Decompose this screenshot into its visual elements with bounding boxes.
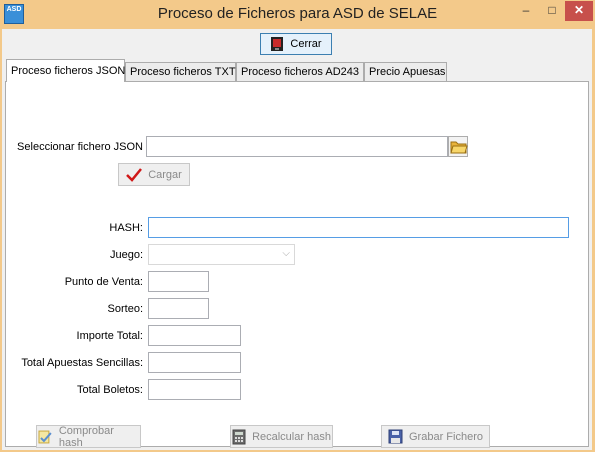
tab-ad243[interactable]: Proceso ficheros AD243 [236, 62, 364, 81]
chevron-down-icon: ⌵ [282, 248, 290, 259]
calculator-icon [232, 429, 246, 444]
recalculate-hash-button[interactable]: Recalcular hash [230, 425, 333, 448]
client-area: Cerrar Proceso ficheros JSON Proceso fic… [2, 29, 592, 450]
tab-txt[interactable]: Proceso ficheros TXT [125, 62, 236, 81]
select-file-label: Seleccionar fichero JSON [17, 141, 143, 153]
check-hash-label: Comprobar hash [58, 424, 114, 449]
tab-panel-json: Seleccionar fichero JSON Cargar HASH: Ju… [5, 81, 589, 449]
total-single-bets-input[interactable] [148, 352, 241, 373]
json-file-path-input[interactable] [146, 136, 448, 157]
total-amount-input[interactable] [148, 325, 241, 346]
exit-door-icon [271, 37, 284, 51]
checkmark-icon [126, 167, 143, 182]
game-label: Juego: [109, 249, 143, 261]
total-single-bets-label: Total Apuestas Sencillas: [21, 357, 143, 369]
total-tickets-label: Total Boletos: [76, 384, 143, 396]
close-window-button[interactable]: ✕ [565, 1, 593, 21]
load-button[interactable]: Cargar [118, 163, 190, 186]
app-window: ASD Proceso de Ficheros para ASD de SELA… [0, 0, 595, 452]
close-button[interactable]: Cerrar [260, 33, 332, 55]
folder-open-icon [450, 141, 468, 154]
save-file-button[interactable]: Grabar Fichero [381, 425, 490, 448]
window-title: Proceso de Ficheros para ASD de SELAE [157, 5, 438, 22]
tab-json[interactable]: Proceso ficheros JSON [6, 59, 125, 82]
total-tickets-input[interactable] [148, 379, 241, 400]
check-document-icon [38, 430, 52, 443]
title-bar[interactable]: ASD Proceso de Ficheros para ASD de SELA… [0, 0, 595, 29]
minimize-button[interactable]: – [513, 1, 539, 21]
recalculate-hash-label: Recalcular hash [252, 430, 331, 443]
tab-precio-apuesas[interactable]: Precio Apuesas [364, 62, 447, 81]
close-button-label: Cerrar [290, 38, 322, 50]
draw-input[interactable] [148, 298, 209, 319]
point-of-sale-label: Punto de Venta: [64, 276, 143, 288]
hash-label: HASH: [109, 222, 143, 234]
save-file-label: Grabar Fichero [409, 430, 483, 443]
hash-input[interactable] [148, 217, 569, 238]
total-amount-label: Importe Total: [76, 330, 143, 342]
load-button-label: Cargar [148, 168, 182, 181]
point-of-sale-input[interactable] [148, 271, 209, 292]
game-select[interactable]: ⌵ [148, 244, 295, 265]
check-hash-button[interactable]: Comprobar hash [36, 424, 141, 449]
maximize-button[interactable]: □ [539, 1, 565, 21]
draw-label: Sorteo: [107, 303, 143, 315]
floppy-disk-icon [388, 429, 403, 444]
browse-folder-button[interactable] [448, 136, 468, 157]
